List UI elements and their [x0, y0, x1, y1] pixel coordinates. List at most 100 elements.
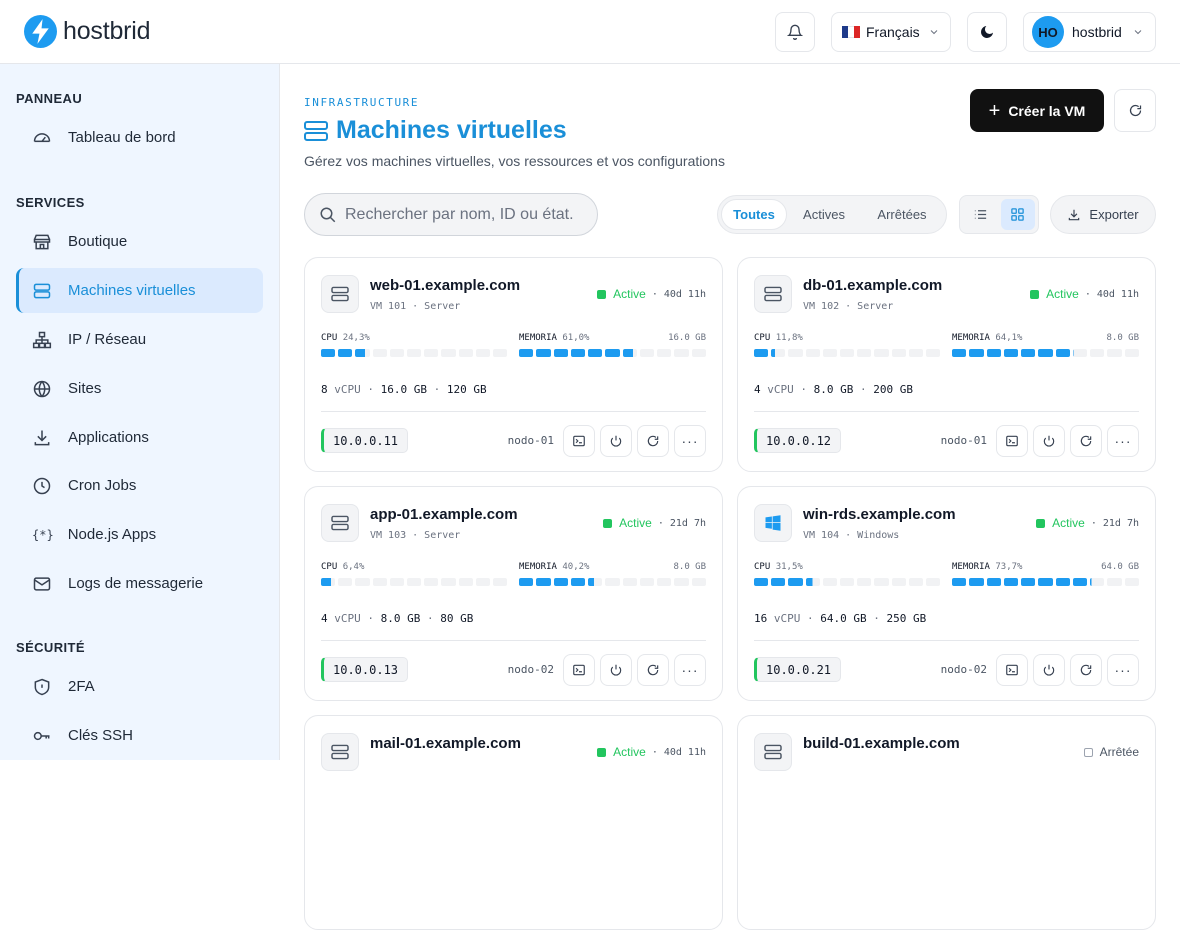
reboot-button[interactable]: [1070, 654, 1102, 686]
ip-address[interactable]: 10.0.0.21: [754, 657, 842, 682]
reboot-icon: [646, 663, 660, 677]
status-badge: Active · 40d 11h: [597, 287, 706, 301]
bell-icon: [787, 24, 803, 40]
sidebar-item-sites[interactable]: Sites: [16, 366, 263, 411]
gauge-segment: [1090, 578, 1105, 586]
gauge-segment: [424, 578, 439, 586]
memory-label: MEMORIA 40,2%: [519, 562, 589, 572]
more-icon: ···: [1114, 433, 1132, 449]
shield-icon: [32, 677, 52, 697]
vcpu-unit: vCPU: [334, 383, 361, 396]
power-button[interactable]: [1033, 654, 1065, 686]
vm-name[interactable]: web-01.example.com: [370, 277, 520, 294]
vm-name[interactable]: build-01.example.com: [803, 735, 960, 752]
vm-name[interactable]: app-01.example.com: [370, 506, 518, 523]
view-toggle-group: [959, 195, 1039, 234]
console-button[interactable]: [996, 654, 1028, 686]
vm-card[interactable]: mail-01.example.com Active · 40d 11h: [304, 715, 723, 930]
create-vm-button[interactable]: + Créer la VM: [970, 89, 1104, 132]
brand-logo[interactable]: hostbrid: [24, 15, 151, 48]
reboot-icon: [1079, 434, 1093, 448]
sidebar-item-boutique[interactable]: Boutique: [16, 219, 263, 264]
sidebar-item-2fa[interactable]: 2FA: [16, 664, 263, 709]
spec-separator: ·: [433, 383, 441, 396]
console-button[interactable]: [563, 654, 595, 686]
gauge-segment: [622, 578, 637, 586]
more-icon: ···: [681, 662, 699, 678]
console-button[interactable]: [563, 425, 595, 457]
gauge-segment: [1021, 578, 1036, 586]
sidebar-item-cles-ssh[interactable]: Clés SSH: [16, 713, 263, 758]
notifications-button[interactable]: [775, 12, 815, 52]
gauge-segment: [952, 349, 967, 357]
sidebar-item-cron-jobs[interactable]: Cron Jobs: [16, 463, 263, 508]
vm-card[interactable]: win-rds.example.com VM 104 · Windows Activ…: [737, 486, 1156, 701]
sidebar-item-logs-messagerie[interactable]: Logs de messagerie: [16, 561, 263, 606]
vm-name[interactable]: db-01.example.com: [803, 277, 942, 294]
memory-gauge: [519, 578, 706, 586]
refresh-button[interactable]: [1114, 89, 1156, 132]
gauge-segment: [536, 349, 551, 357]
sidebar-item-applications[interactable]: Applications: [16, 415, 263, 460]
sidebar-item-nodejs-apps[interactable]: {*} Node.js Apps: [16, 512, 263, 557]
sidebar-item-ip-reseau[interactable]: IP / Réseau: [16, 317, 263, 362]
download-icon: [32, 428, 52, 448]
ip-address[interactable]: 10.0.0.13: [321, 657, 409, 682]
export-button[interactable]: Exporter: [1050, 195, 1156, 234]
more-actions-button[interactable]: ···: [1107, 654, 1139, 686]
memory-value: 40,2%: [562, 562, 590, 572]
vm-name[interactable]: mail-01.example.com: [370, 735, 521, 752]
theme-toggle-button[interactable]: [967, 12, 1007, 52]
status-label: Active: [613, 287, 646, 301]
filter-toutes[interactable]: Toutes: [721, 199, 787, 230]
vm-name[interactable]: win-rds.example.com: [803, 506, 956, 523]
search-box[interactable]: [304, 193, 598, 236]
language-select[interactable]: Français: [831, 12, 951, 52]
vm-card[interactable]: build-01.example.com Arrêtée: [737, 715, 1156, 930]
vm-card[interactable]: app-01.example.com VM 103 · Server Active ·…: [304, 486, 723, 701]
vcpu-count: 8: [321, 383, 328, 396]
vcpu-unit: vCPU: [773, 612, 801, 625]
gauge-segment: [570, 349, 586, 357]
more-actions-button[interactable]: ···: [674, 425, 706, 457]
power-button[interactable]: [1033, 425, 1065, 457]
vm-card[interactable]: db-01.example.com VM 102 · Server Active · 4…: [737, 257, 1156, 472]
sidebar: PANNEAU Tableau de bord SERVICES Boutiqu…: [0, 64, 280, 760]
more-actions-button[interactable]: ···: [1107, 425, 1139, 457]
gauge-segment: [553, 578, 568, 586]
gauge-segment: [389, 578, 404, 586]
user-menu-button[interactable]: HO hostbrid: [1023, 12, 1156, 52]
more-actions-button[interactable]: ···: [674, 654, 706, 686]
memory-gauge: [519, 349, 706, 357]
filter-arretees[interactable]: Arrêtées: [861, 199, 943, 230]
vcpu-count: 4: [321, 612, 328, 625]
power-button[interactable]: [600, 654, 632, 686]
console-button[interactable]: [996, 425, 1028, 457]
reboot-button[interactable]: [637, 425, 669, 457]
gauge-segment: [891, 578, 906, 586]
sidebar-item-label: IP / Réseau: [68, 331, 147, 348]
power-button[interactable]: [600, 425, 632, 457]
gauge-segment: [519, 349, 534, 357]
gauge-segment: [839, 578, 855, 586]
search-input[interactable]: [345, 205, 595, 224]
gauge-segment: [441, 349, 456, 357]
filter-actives[interactable]: Actives: [787, 199, 861, 230]
gauge-segment: [908, 578, 923, 586]
cpu-title: CPU: [321, 562, 338, 572]
reboot-button[interactable]: [637, 654, 669, 686]
vm-card[interactable]: web-01.example.com VM 101 · Server Active ·…: [304, 257, 723, 472]
reboot-button[interactable]: [1070, 425, 1102, 457]
brand-name: hostbrid: [63, 17, 151, 45]
gauge-segment: [1003, 349, 1019, 357]
power-icon: [609, 663, 623, 677]
sidebar-item-tableau-de-bord[interactable]: Tableau de bord: [16, 115, 263, 160]
list-view-button[interactable]: [963, 199, 998, 230]
status-badge: Arrêtée: [1083, 745, 1139, 759]
avatar: HO: [1032, 16, 1064, 48]
gauge-segment: [805, 349, 820, 357]
sidebar-item-machines-virtuelles[interactable]: Machines virtuelles: [16, 268, 263, 313]
ip-address[interactable]: 10.0.0.11: [321, 428, 409, 453]
grid-view-button[interactable]: [1000, 199, 1035, 230]
ip-address[interactable]: 10.0.0.12: [754, 428, 842, 453]
